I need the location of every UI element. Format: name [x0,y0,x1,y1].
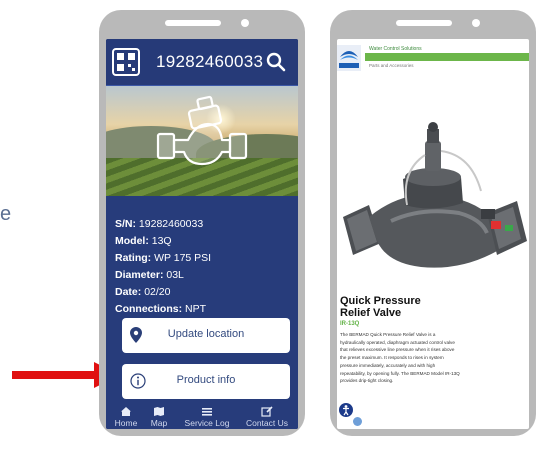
valve-outline-icon [156,95,248,166]
phone-frame-right: Water Control Solutions Parts and Access… [330,10,536,436]
page-title: 19282460033 [156,52,264,71]
list-icon [202,408,212,416]
spec-date: Date: 02/20 [115,286,171,298]
product-hero-image [106,86,298,196]
update-location-label: Update location [167,328,245,340]
spec-serial: S/N: 19282460033 [115,218,204,230]
site-nav-bar[interactable] [365,53,529,61]
phone-speaker [165,20,221,26]
cropped-edge-text: e [0,203,12,225]
globe-icon[interactable] [353,417,362,426]
spec-list: S/N: 19282460033 Model: 13Q Rating: WP 1… [115,216,211,318]
brand-tagline: Water Control Solutions [369,46,422,52]
search-icon[interactable] [266,52,286,72]
tab-map[interactable]: Map [144,406,174,428]
tab-service-log[interactable]: Service Log [178,406,236,428]
spec-diameter: Diameter: 03L [115,269,184,281]
spec-model: Model: 13Q [115,235,172,247]
update-location-button[interactable]: Update location [122,318,290,353]
valve-product-image [343,122,527,268]
phone-camera [472,19,480,27]
bottom-tab-bar: Home Map Service Log Contact Us [106,406,298,429]
app-screen: 19282460033 S/N: 19282460033 Model: 13Q … [106,39,298,429]
spec-rating: Rating: WP 175 PSI [115,252,212,264]
spec-connections: Connections: NPT [115,303,207,315]
product-info-button[interactable]: Product info [122,364,290,399]
product-description: The BERMAD Quick Pressure Relief Valve i… [340,332,460,384]
home-icon [121,407,131,416]
product-title: Quick Pressure Relief Valve [340,295,421,319]
map-icon [154,407,164,416]
product-webpage: Water Control Solutions Parts and Access… [337,39,529,429]
product-sku: IR-13Q [340,321,360,327]
tab-contact-us[interactable]: Contact Us [236,406,298,428]
phone-frame-left: 19282460033 S/N: 19282460033 Model: 13Q … [99,10,305,436]
breadcrumb: Parts and Accessories [369,63,414,68]
qr-scan-icon[interactable] [112,48,140,76]
phone-speaker [396,20,452,26]
bermad-logo [337,45,361,71]
tab-home[interactable]: Home [111,406,141,428]
app-header: 19282460033 [106,39,298,86]
product-info-label: Product info [176,374,236,386]
edit-icon [261,406,273,417]
phone-camera [241,19,249,27]
accessibility-icon[interactable] [339,403,353,417]
